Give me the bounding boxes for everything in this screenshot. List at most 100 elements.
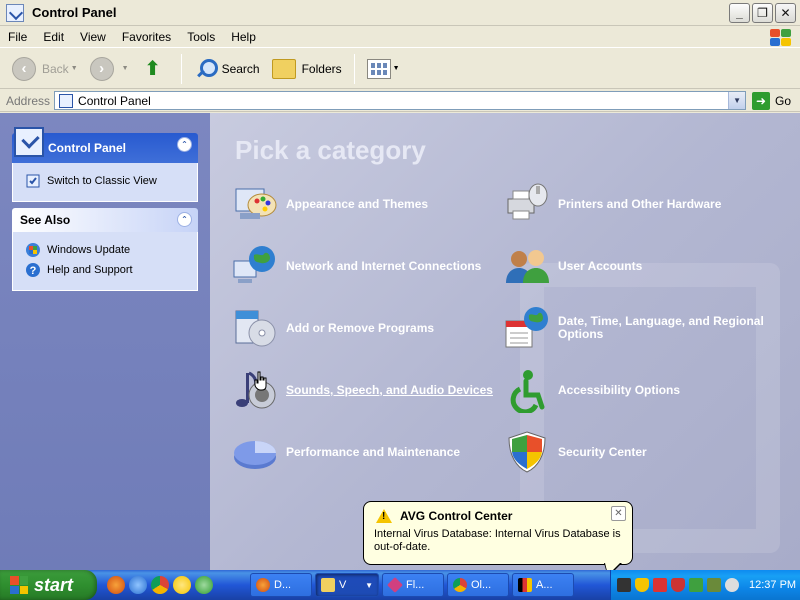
clock[interactable]: 12:37 PM — [749, 579, 796, 591]
balloon-message: Internal Virus Database: Internal Virus … — [374, 528, 621, 553]
go-button[interactable]: ➜ Go — [752, 91, 792, 110]
views-button[interactable]: ▼ — [361, 52, 406, 86]
accessibility-icon — [510, 370, 545, 413]
forward-icon: › — [89, 56, 114, 81]
forward-dropdown-icon[interactable]: ▼ — [122, 65, 129, 72]
category-printers-hardware[interactable]: Printers and Other Hardware — [504, 181, 721, 227]
category-label: Sounds, Speech, and Audio Devices — [286, 382, 493, 397]
taskbar-button-4[interactable]: Ol... — [447, 573, 509, 597]
category-accessibility-options[interactable]: Accessibility Options — [504, 367, 680, 413]
back-label: Back — [42, 61, 69, 76]
category-sounds-speech-audio[interactable]: Sounds, Speech, and Audio Devices — [232, 367, 493, 413]
up-button[interactable]: ⬆ — [135, 52, 175, 86]
address-dropdown-icon[interactable]: ▼ — [728, 92, 746, 109]
views-dropdown-icon[interactable]: ▼ — [393, 65, 400, 72]
collapse-icon[interactable]: ⌃ — [177, 212, 192, 227]
category-label: Network and Internet Connections — [286, 258, 482, 273]
see-also-header[interactable]: See Also ⌃ — [12, 208, 198, 232]
see-also-box: See Also ⌃ Windows Update ? Help and Sup… — [12, 208, 198, 291]
tray-app-icon[interactable] — [689, 578, 703, 592]
toolbar-separator — [180, 53, 182, 84]
start-label: start — [34, 574, 74, 595]
performance-maintenance-icon — [234, 441, 276, 469]
search-label: Search — [221, 61, 260, 76]
category-label: Security Center — [558, 444, 647, 459]
folders-label: Folders — [301, 61, 342, 76]
balloon-title-text: AVG Control Center — [400, 509, 513, 523]
security-alert-tray-icon[interactable] — [671, 578, 685, 592]
menu-edit[interactable]: Edit — [35, 30, 72, 44]
menu-file[interactable]: File — [0, 30, 35, 44]
collapse-icon[interactable]: ⌃ — [177, 137, 192, 152]
balloon-close-button[interactable]: ✕ — [611, 506, 626, 521]
category-user-accounts[interactable]: User Accounts — [504, 243, 642, 289]
taskbar-label: Fl... — [406, 579, 425, 591]
internet-explorer-icon[interactable] — [129, 576, 147, 594]
start-button[interactable]: start — [0, 570, 97, 600]
category-label: Printers and Other Hardware — [558, 196, 722, 211]
control-panel-icon — [6, 3, 24, 22]
menu-favorites[interactable]: Favorites — [114, 30, 179, 44]
windows-logo-icon — [768, 28, 792, 46]
avg-tray-icon[interactable] — [653, 578, 667, 592]
show-desktop-icon[interactable] — [195, 576, 213, 594]
see-also-title: See Also — [20, 213, 71, 227]
go-label: Go — [775, 93, 792, 108]
help-and-support-link[interactable]: ? Help and Support — [25, 260, 187, 280]
security-shield-tray-icon[interactable] — [635, 578, 649, 592]
category-label: Accessibility Options — [558, 382, 681, 397]
category-add-remove-programs[interactable]: Add or Remove Programs — [232, 305, 434, 351]
menu-view[interactable]: View — [72, 30, 114, 44]
flash-icon — [387, 577, 403, 593]
switch-classic-view-link[interactable]: Switch to Classic View — [25, 171, 187, 191]
control-panel-box-header[interactable]: Control Panel ⌃ — [12, 127, 198, 163]
address-label: Address — [6, 93, 51, 108]
taskbar-label: A... — [536, 579, 553, 591]
category-network-internet[interactable]: Network and Internet Connections — [232, 243, 481, 289]
tray-app-icon-2[interactable] — [707, 578, 721, 592]
taskbar: start D... V ▼ Fl... Ol... A... 12:37 PM — [0, 570, 800, 600]
firefox-icon[interactable] — [107, 576, 125, 594]
windows-update-icon — [26, 243, 40, 257]
folders-button[interactable]: Folders — [266, 52, 348, 86]
title-bar: Control Panel _ ❐ ✕ — [0, 0, 800, 26]
chrome-icon[interactable] — [151, 576, 169, 594]
chrome-icon — [453, 578, 467, 592]
minimize-button[interactable]: _ — [729, 3, 750, 23]
go-icon: ➜ — [752, 91, 771, 110]
control-panel-box-title: Control Panel — [48, 141, 127, 155]
warning-icon — [376, 509, 392, 523]
messenger-smiley-icon[interactable] — [173, 576, 191, 594]
switch-view-icon — [26, 174, 40, 188]
category-date-time-language[interactable]: Date, Time, Language, and Regional Optio… — [504, 305, 800, 351]
control-panel-large-icon — [14, 127, 44, 157]
system-tray: 12:37 PM — [610, 570, 800, 600]
hand-cursor-icon — [254, 371, 267, 391]
messenger-tray-icon[interactable] — [725, 578, 739, 592]
menu-tools[interactable]: Tools — [179, 30, 223, 44]
category-security-center[interactable]: Security Center — [504, 429, 647, 475]
address-input[interactable]: Control Panel ▼ — [54, 91, 747, 110]
date-time-language-icon — [505, 307, 548, 348]
forward-button[interactable]: › ▼ — [84, 52, 135, 86]
switch-classic-view-label: Switch to Classic View — [47, 175, 157, 187]
category-appearance-themes[interactable]: Appearance and Themes — [232, 181, 428, 227]
back-button[interactable]: ‹ Back ▼ — [6, 52, 84, 86]
avg-notification-balloon[interactable]: AVG Control Center Internal Virus Databa… — [363, 501, 633, 565]
app-icon — [518, 578, 532, 592]
taskbar-button-1[interactable]: D... — [250, 573, 312, 597]
menu-help[interactable]: Help — [223, 30, 264, 44]
folders-icon — [271, 58, 296, 79]
back-dropdown-icon[interactable]: ▼ — [71, 65, 78, 72]
search-button[interactable]: Search — [188, 52, 266, 86]
help-and-support-label: Help and Support — [47, 264, 133, 276]
maximize-button[interactable]: ❐ — [752, 3, 773, 23]
windows-update-link[interactable]: Windows Update — [25, 240, 187, 260]
taskbar-button-2[interactable]: V ▼ — [315, 573, 379, 597]
taskbar-button-3[interactable]: Fl... — [382, 573, 444, 597]
views-icon — [366, 58, 391, 79]
taskbar-button-5[interactable]: A... — [512, 573, 574, 597]
category-performance-maintenance[interactable]: Performance and Maintenance — [232, 429, 460, 475]
close-button[interactable]: ✕ — [775, 3, 796, 23]
network-tray-icon[interactable] — [617, 578, 631, 592]
